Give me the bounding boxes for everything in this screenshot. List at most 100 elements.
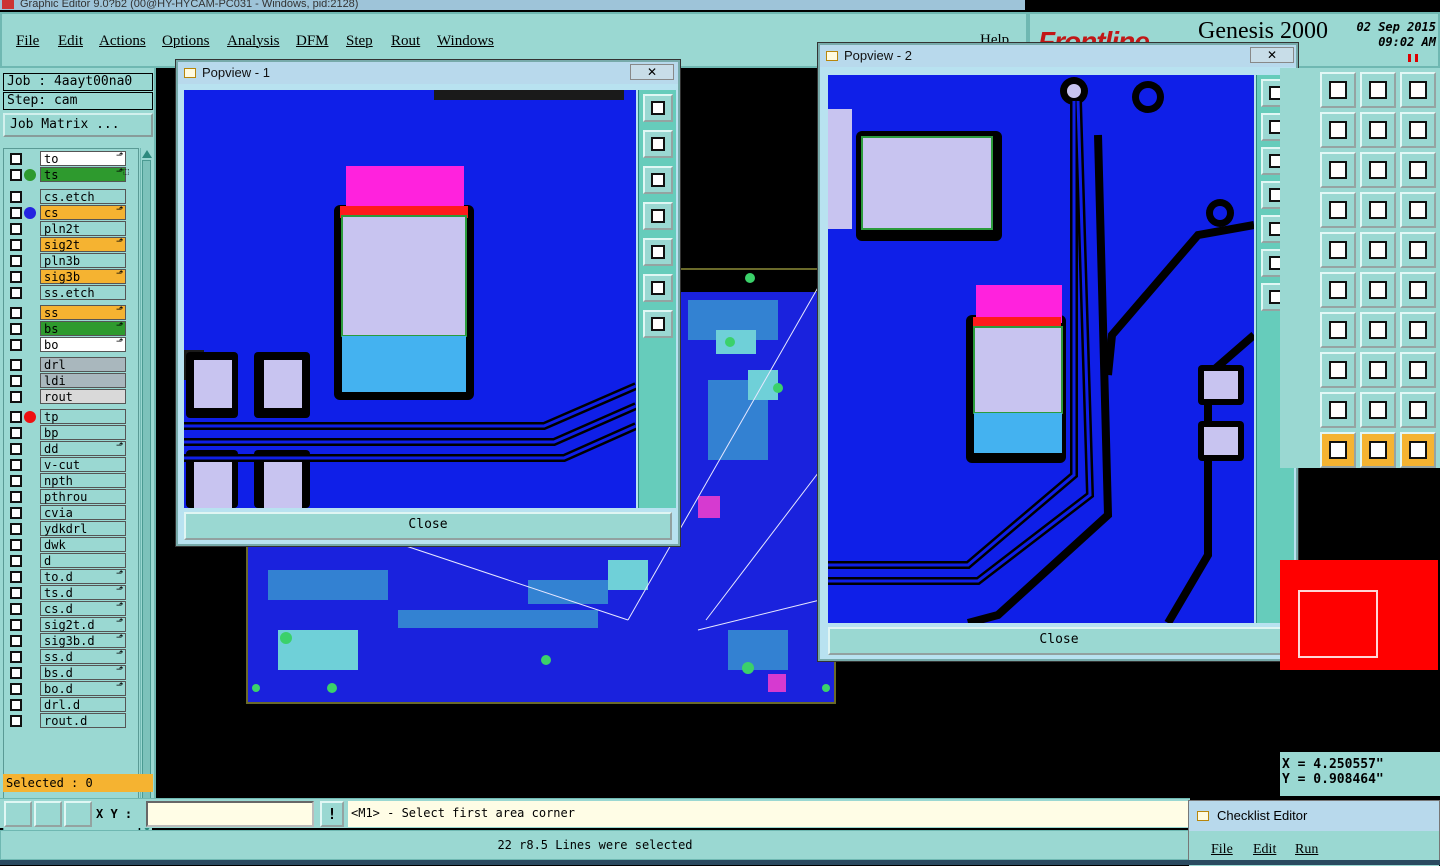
layer-name[interactable]: bs.d [40, 665, 126, 680]
layer-name[interactable]: bo.d [40, 681, 126, 696]
slash-tool[interactable] [1320, 312, 1356, 348]
pan-left-button[interactable] [643, 202, 673, 230]
layer-name[interactable]: pln3b [40, 253, 126, 268]
layer-visibility-checkbox[interactable] [10, 603, 22, 615]
menu-rout[interactable]: Rout [391, 33, 420, 50]
layer-name[interactable]: bs [40, 321, 126, 336]
layer-row-bs.d[interactable]: bs.d ⬏ [4, 665, 138, 681]
layer-row-bo.d[interactable]: bo.d ⬏ [4, 681, 138, 697]
arc-tool[interactable] [1400, 272, 1436, 308]
pan-tool[interactable] [1320, 152, 1356, 188]
layer-row-pthrou[interactable]: pthrou [4, 489, 138, 505]
scroll-up-icon[interactable] [142, 148, 152, 158]
select-shape-tool[interactable] [1360, 432, 1396, 468]
zoom-in-tool[interactable] [1320, 112, 1356, 148]
menu-windows[interactable]: Windows [437, 33, 494, 50]
layer-visibility-checkbox[interactable] [10, 391, 22, 403]
layer-visibility-checkbox[interactable] [10, 323, 22, 335]
redraw-button[interactable] [1400, 112, 1436, 148]
menu-options[interactable]: Options [162, 33, 210, 50]
home-view-button[interactable] [1360, 72, 1396, 108]
select-tool[interactable] [1320, 432, 1356, 468]
layer-visibility-checkbox[interactable] [10, 375, 22, 387]
layer-name[interactable]: d [40, 553, 126, 568]
xy-input[interactable] [146, 801, 314, 827]
layer-row-to.d[interactable]: to.d ⬏ [4, 569, 138, 585]
layer-name[interactable]: ts [40, 167, 126, 182]
layer-name[interactable]: cvia [40, 505, 126, 520]
snap-angle-button[interactable] [34, 801, 62, 827]
layer-row-cs.etch[interactable]: cs.etch [4, 189, 138, 205]
layer-visibility-checkbox[interactable] [10, 359, 22, 371]
layer-row-ydkdrl[interactable]: ydkdrl [4, 521, 138, 537]
rotate-tool[interactable] [1360, 312, 1396, 348]
layer-visibility-checkbox[interactable] [10, 539, 22, 551]
menu-step[interactable]: Step [346, 33, 373, 50]
layer-visibility-checkbox[interactable] [10, 459, 22, 471]
menu-analysis[interactable]: Analysis [227, 33, 280, 50]
layer-row-dwk[interactable]: dwk [4, 537, 138, 553]
layer-visibility-checkbox[interactable] [10, 443, 22, 455]
ruler-tool[interactable] [1360, 232, 1396, 268]
zoom-out-button[interactable] [643, 274, 673, 302]
popview-2-canvas[interactable] [828, 75, 1254, 623]
pan-down-button[interactable] [643, 166, 673, 194]
layer-row-ts[interactable]: ts ⬏⬚ [4, 167, 138, 183]
layer-name[interactable]: npth [40, 473, 126, 488]
layer-visibility-checkbox[interactable] [10, 587, 22, 599]
layer-name[interactable]: tp [40, 409, 126, 424]
layer-row-to[interactable]: to ⬏ [4, 151, 138, 167]
layer-row-bo[interactable]: bo ⬏ [4, 337, 138, 353]
layer-name[interactable]: rout.d [40, 713, 126, 728]
layer-visibility-checkbox[interactable] [10, 523, 22, 535]
layer-name[interactable]: v-cut [40, 457, 126, 472]
snap-tool[interactable] [1320, 192, 1356, 228]
layer-row-ss.d[interactable]: ss.d ⬏ [4, 649, 138, 665]
layer-name[interactable]: pthrou [40, 489, 126, 504]
diagonal-tool[interactable] [1360, 272, 1396, 308]
layer-row-ldi[interactable]: ldi [4, 373, 138, 389]
layer-row-cs[interactable]: cs ⬏ [4, 205, 138, 221]
job-matrix-button[interactable]: Job Matrix ... [3, 113, 153, 137]
layer-row-bs[interactable]: bs ⬏ [4, 321, 138, 337]
arrow-a-tool[interactable] [1320, 392, 1356, 428]
layer-name[interactable]: ss [40, 305, 126, 320]
menu-actions[interactable]: Actions [99, 33, 146, 50]
layer-name[interactable]: ts.d [40, 585, 126, 600]
layer-name[interactable]: drl [40, 357, 126, 372]
layer-name[interactable]: sig3b.d [40, 633, 126, 648]
checklist-menu-run[interactable]: Run [1295, 842, 1318, 858]
layer-row-tp[interactable]: tp [4, 409, 138, 425]
measure-pads-tool[interactable] [1400, 192, 1436, 228]
layer-visibility-checkbox[interactable] [10, 307, 22, 319]
layer-row-sig2t.d[interactable]: sig2t.d ⬏ [4, 617, 138, 633]
layer-row-cvia[interactable]: cvia [4, 505, 138, 521]
layer-visibility-checkbox[interactable] [10, 475, 22, 487]
pan-right-button[interactable] [643, 238, 673, 266]
layer-visibility-checkbox[interactable] [10, 207, 22, 219]
layer-visibility-checkbox[interactable] [10, 239, 22, 251]
layer-name[interactable]: bp [40, 425, 126, 440]
zoom-fit-button[interactable] [643, 94, 673, 122]
layer-visibility-checkbox[interactable] [10, 339, 22, 351]
pad-tool[interactable] [1400, 232, 1436, 268]
popview-1-close-button[interactable]: Close [184, 512, 672, 540]
layer-visibility-checkbox[interactable] [10, 715, 22, 727]
popview-2-close-x[interactable]: ✕ [1250, 47, 1294, 63]
layer-row-cs.d[interactable]: cs.d ⬏ [4, 601, 138, 617]
layer-row-rout[interactable]: rout [4, 389, 138, 405]
zoom-out-tool[interactable] [1360, 112, 1396, 148]
stretch-tool[interactable] [1320, 352, 1356, 388]
popview-2-close-button[interactable]: Close [828, 627, 1290, 655]
layer-visibility-checkbox[interactable] [10, 169, 22, 181]
layer-name[interactable]: pln2t [40, 221, 126, 236]
layer-name[interactable]: dd [40, 441, 126, 456]
layer-name[interactable]: drl.d [40, 697, 126, 712]
layer-visibility-checkbox[interactable] [10, 287, 22, 299]
layer-name[interactable]: sig2t.d [40, 617, 126, 632]
layer-visibility-checkbox[interactable] [10, 191, 22, 203]
grid-button[interactable] [1400, 72, 1436, 108]
layer-name[interactable]: dwk [40, 537, 126, 552]
pan-up-button[interactable] [643, 130, 673, 158]
layer-name[interactable]: to [40, 151, 126, 166]
